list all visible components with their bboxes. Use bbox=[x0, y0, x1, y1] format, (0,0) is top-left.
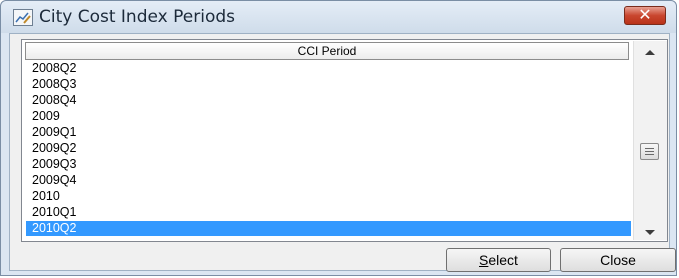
scroll-up-arrow-icon[interactable] bbox=[645, 50, 655, 55]
chart-pencil-icon bbox=[13, 9, 33, 26]
select-button[interactable]: Select bbox=[446, 248, 551, 272]
list-item[interactable]: 2009Q3 bbox=[26, 157, 631, 172]
list-item[interactable]: 2008Q3 bbox=[26, 77, 631, 92]
list-item[interactable]: 2009Q4 bbox=[26, 173, 631, 188]
list-item[interactable]: 2010 bbox=[26, 189, 631, 204]
column-header-cci-period[interactable]: CCI Period bbox=[25, 42, 629, 60]
close-button[interactable]: Close bbox=[560, 248, 676, 272]
close-icon: ✕ bbox=[638, 5, 652, 24]
list-item[interactable]: 2010Q1 bbox=[26, 205, 631, 220]
select-label: elect bbox=[488, 252, 518, 268]
period-grid[interactable]: CCI Period 2008Q2 2008Q3 2008Q4 2009 200… bbox=[21, 39, 668, 242]
title-bar[interactable]: City Cost Index Periods ✕ bbox=[1, 1, 676, 33]
list-item[interactable]: 2008Q2 bbox=[26, 61, 631, 76]
list-item[interactable]: 2009 bbox=[26, 109, 631, 124]
select-mnemonic: S bbox=[479, 252, 489, 268]
window-title: City Cost Index Periods bbox=[39, 7, 235, 27]
list-item[interactable]: 2008Q4 bbox=[26, 93, 631, 108]
window-close-button[interactable]: ✕ bbox=[624, 5, 666, 25]
scroll-thumb[interactable] bbox=[640, 143, 659, 160]
scroll-down-arrow-icon[interactable] bbox=[645, 230, 655, 235]
list-item[interactable]: 2009Q1 bbox=[26, 125, 631, 140]
vertical-scrollbar[interactable] bbox=[633, 41, 667, 240]
list-item[interactable]: 2009Q2 bbox=[26, 141, 631, 156]
list-item-selected[interactable]: 2010Q2 bbox=[26, 221, 631, 236]
